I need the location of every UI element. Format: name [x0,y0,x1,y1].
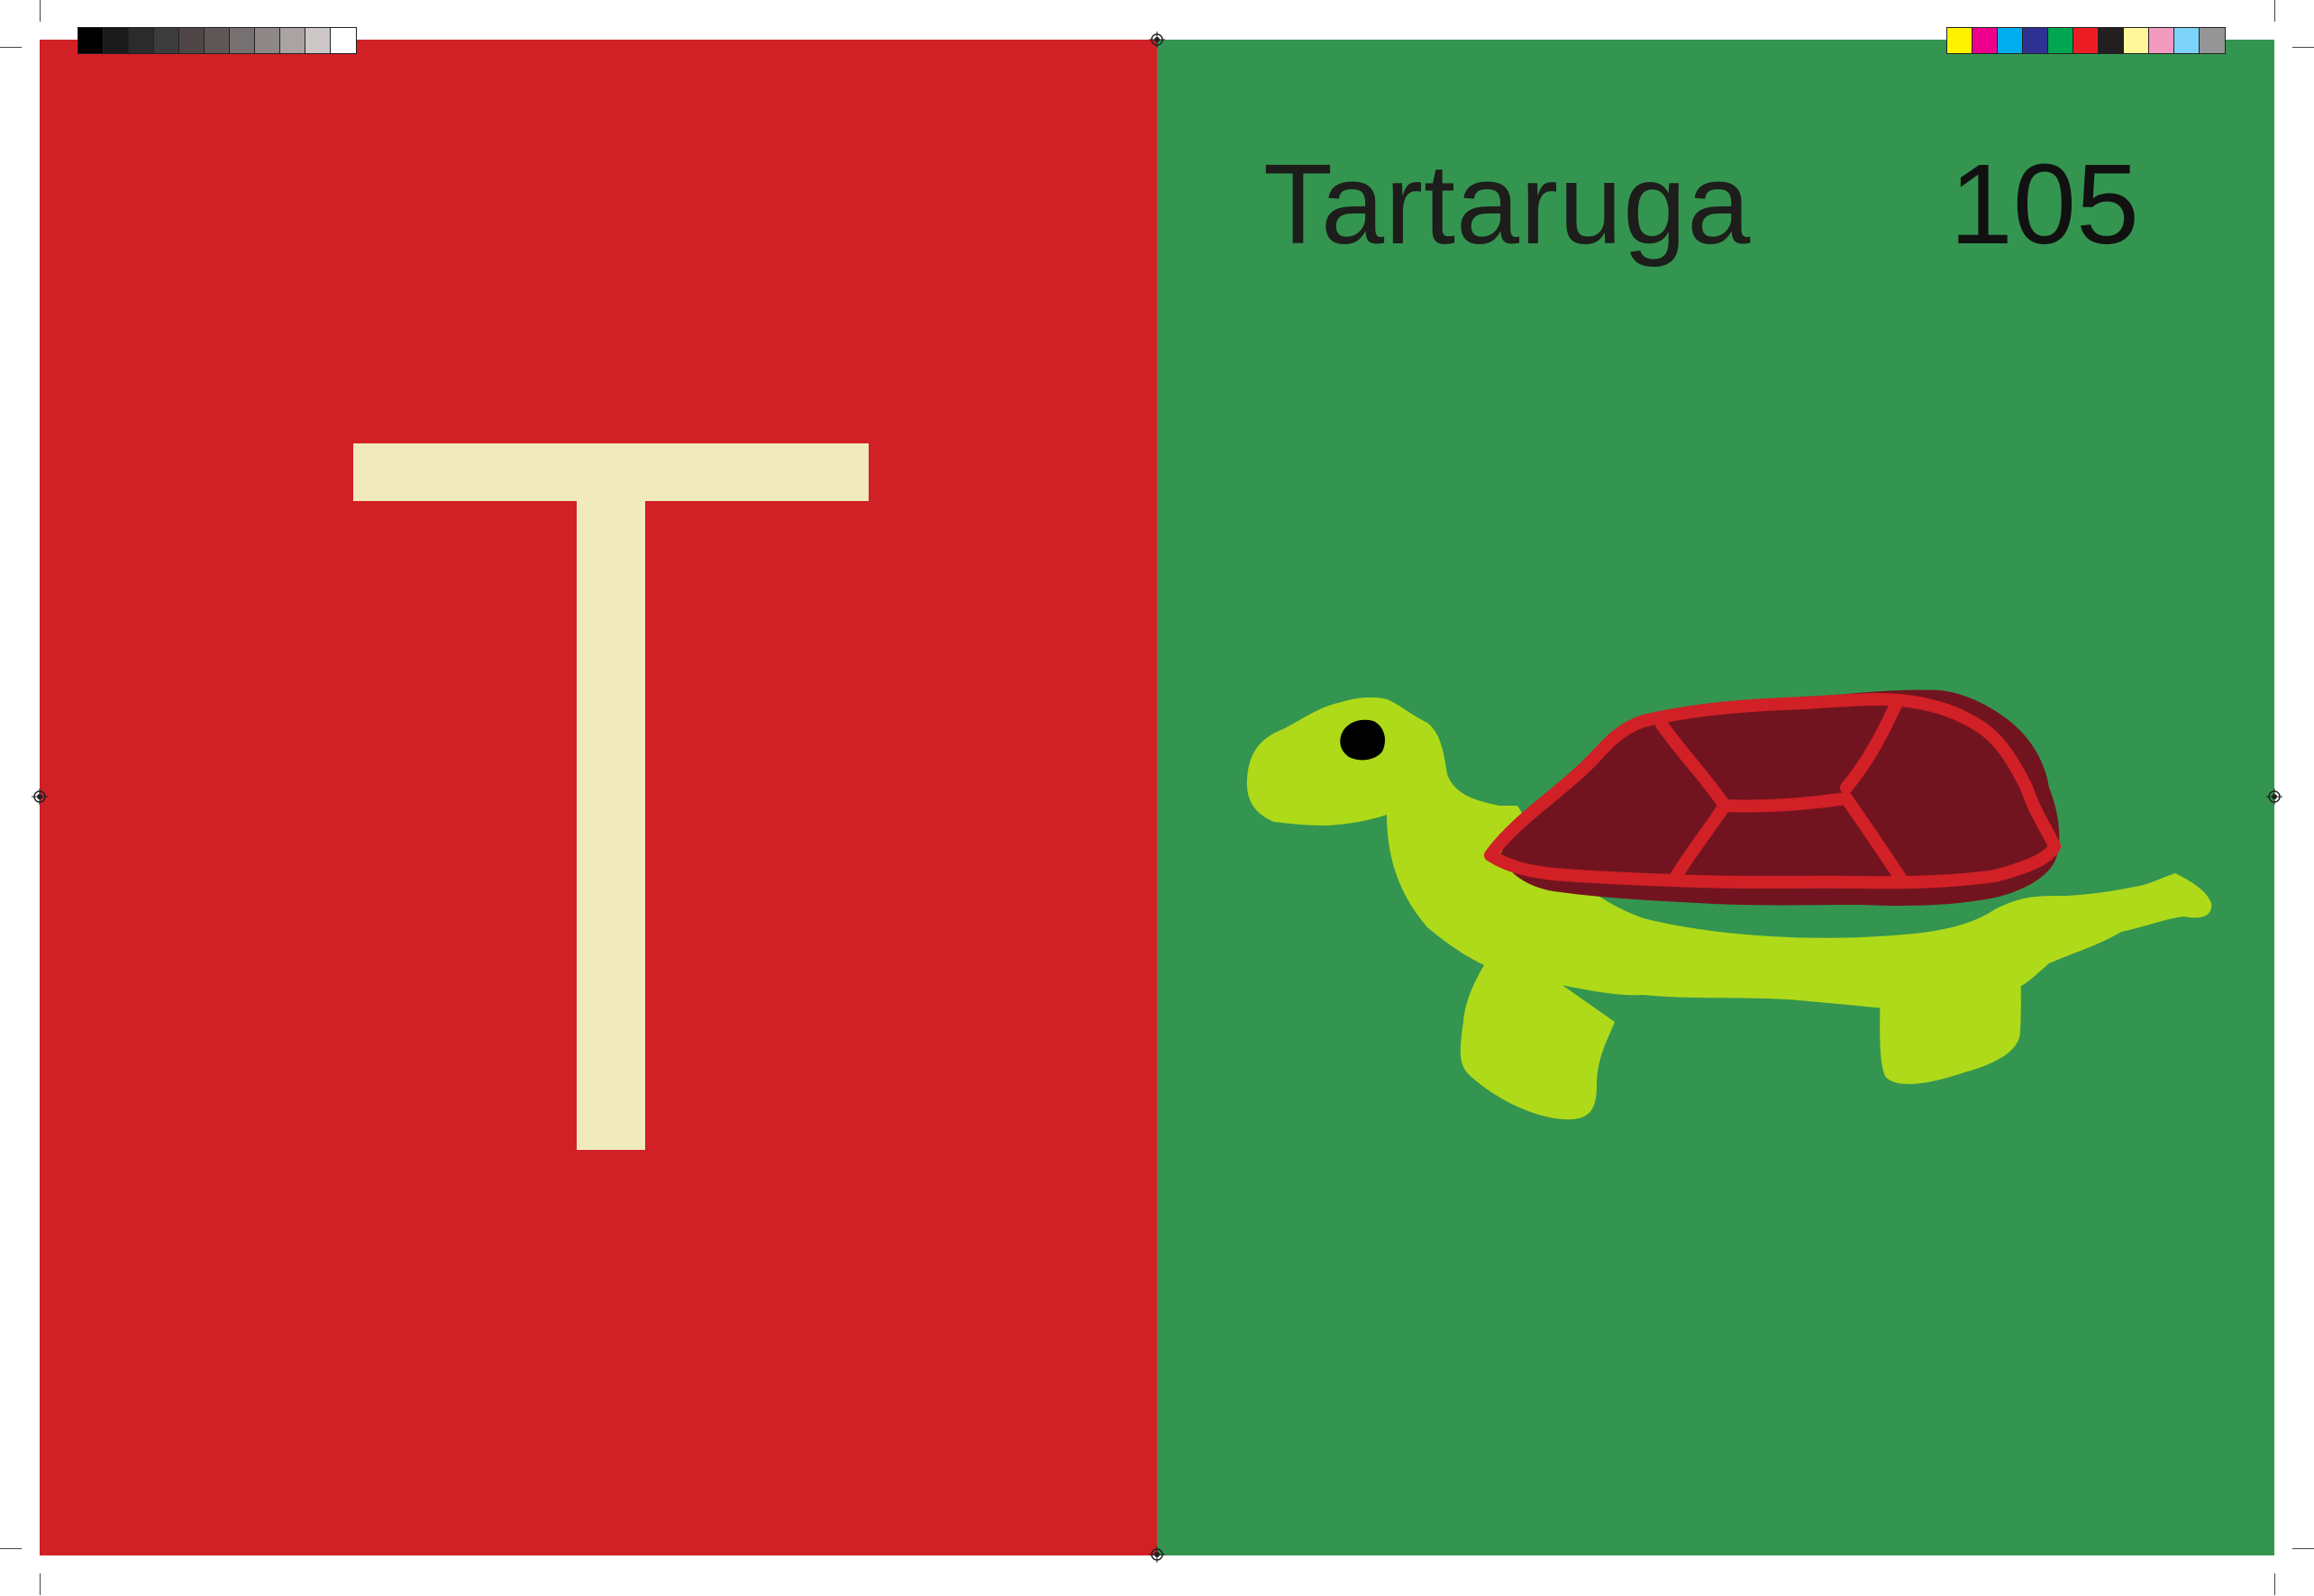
registration-mark [1149,32,1165,48]
crop-mark [0,47,22,48]
registration-mark [2266,789,2282,805]
color-swatch [154,28,179,53]
right-page: Tartaruga 105 [1157,40,2274,1555]
crop-mark [40,1573,41,1595]
registration-mark [32,789,48,805]
left-page [40,40,1157,1555]
letter-t-stem [577,501,645,1150]
color-swatch [1947,28,1972,53]
color-swatch [331,28,356,53]
crop-mark [2274,1573,2275,1595]
color-swatch [2174,28,2200,53]
color-swatch [2099,28,2124,53]
color-swatch [1998,28,2023,53]
color-swatch [255,28,280,53]
color-swatch [305,28,331,53]
color-swatch [2124,28,2149,53]
color-swatch [179,28,205,53]
crop-mark [40,0,41,22]
color-swatch [78,28,104,53]
color-swatch [205,28,230,53]
crop-mark [0,1548,22,1549]
color-calibration-bar [1946,27,2226,54]
color-swatch [280,28,305,53]
color-swatch [2149,28,2174,53]
crop-mark [2292,1548,2314,1549]
grayscale-calibration-bar [77,27,357,54]
color-swatch [2200,28,2225,53]
color-swatch [2023,28,2048,53]
color-swatch [2048,28,2073,53]
color-swatch [1972,28,1998,53]
color-swatch [104,28,129,53]
color-swatch [129,28,154,53]
color-swatch [230,28,255,53]
turtle-illustration [1246,689,2212,1120]
registration-mark [1149,1546,1165,1563]
crop-mark [2292,47,2314,48]
letter-t-crossbar [353,443,869,501]
crop-mark [2274,0,2275,22]
color-swatch [2073,28,2099,53]
